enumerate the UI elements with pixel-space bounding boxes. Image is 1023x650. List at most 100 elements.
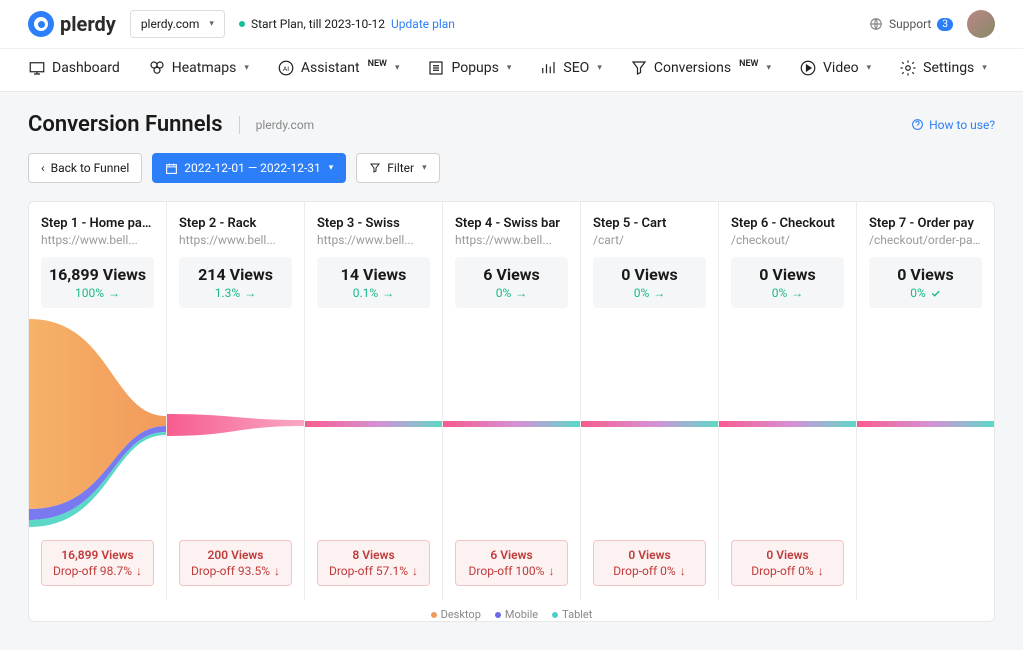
views-box: 16,899 Views 100%→ [41,257,154,308]
dropoff-pct: Drop-off 98.7%↓ [46,564,149,578]
main-nav: Dashboard Heatmaps▾ AIAssistantNEW▾ Popu… [0,49,1023,92]
chevron-down-icon: ▾ [395,63,400,73]
page-body: Conversion Funnels plerdy.com How to use… [0,92,1023,650]
dropoff-box: 16,899 Views Drop-off 98.7%↓ [41,540,154,586]
views-box: 0 Views 0% [869,257,982,308]
views-box: 0 Views 0%→ [731,257,844,308]
step-title: Step 2 - Rack [179,216,292,231]
dropoff-pct: Drop-off 0%↓ [736,564,839,578]
funnel-step: Step 2 - Rack https://www.bell... 214 Vi… [167,202,305,600]
plan-text: Start Plan, till 2023-10-12 [251,17,385,31]
dropoff-views: 6 Views [460,548,563,562]
chevron-down-icon: ▾ [422,163,427,173]
support-label: Support [889,17,931,31]
step-url: https://www.bell... [41,233,154,247]
flow-chart [581,314,718,534]
flow-chart [443,314,580,534]
views-pct: 0.1%→ [321,286,426,300]
step-url: /checkout/order-pay/ [869,233,982,247]
dropoff-pct: Drop-off 57.1%↓ [322,564,425,578]
views-box: 214 Views 1.3%→ [179,257,292,308]
views-count: 14 Views [321,265,426,284]
nav-conversions[interactable]: ConversionsNEW▾ [630,59,771,77]
nav-video[interactable]: Video▾ [799,59,871,77]
views-box: 6 Views 0%→ [455,257,568,308]
svg-text:AI: AI [283,65,289,73]
nav-seo[interactable]: SEO▾ [539,59,601,77]
legend-tablet: Tablet [552,608,592,621]
funnel-row: Step 1 - Home page https://www.bell... 1… [29,202,994,600]
views-pct: 0%→ [597,286,702,300]
calendar-icon [165,162,178,175]
funnel-step: Step 6 - Checkout /checkout/ 0 Views 0%→… [719,202,857,600]
flow-chart [719,314,856,534]
filter-button[interactable]: Filter ▾ [356,153,439,183]
views-pct: 0%→ [735,286,840,300]
views-count: 6 Views [459,265,564,284]
views-pct: 1.3%→ [183,286,288,300]
chevron-down-icon: ▾ [597,63,602,73]
flow-chart [857,314,994,534]
step-url: https://www.bell... [455,233,568,247]
brand-logo[interactable]: plerdy [28,11,116,37]
legend: Desktop Mobile Tablet [29,600,994,621]
step-title: Step 6 - Checkout [731,216,844,231]
how-to-use-link[interactable]: How to use? [911,118,995,132]
step-title: Step 1 - Home page [41,216,154,231]
update-plan-link[interactable]: Update plan [391,17,455,31]
views-count: 0 Views [597,265,702,284]
page-subdomain: plerdy.com [256,118,315,132]
funnel-step: Step 3 - Swiss https://www.bell... 14 Vi… [305,202,443,600]
site-selector[interactable]: plerdy.com ▾ [130,10,225,38]
funnel-step: Step 1 - Home page https://www.bell... 1… [29,202,167,600]
dropoff-views: 8 Views [322,548,425,562]
step-title: Step 4 - Swiss bar [455,216,568,231]
step-url: /cart/ [593,233,706,247]
filter-icon [369,162,381,174]
dropoff-views: 16,899 Views [46,548,149,562]
dropoff-box: 200 Views Drop-off 93.5%↓ [179,540,292,586]
chevron-down-icon: ▾ [766,63,771,73]
dropoff-box: 6 Views Drop-off 100%↓ [455,540,568,586]
site-selector-label: plerdy.com [141,17,200,31]
nav-heatmaps[interactable]: Heatmaps▾ [148,59,249,77]
funnel-step: Step 5 - Cart /cart/ 0 Views 0%→ 0 Views… [581,202,719,600]
support-count-badge: 3 [937,18,953,31]
chevron-down-icon: ▾ [244,63,249,73]
views-pct: 0% [873,286,978,300]
nav-popups[interactable]: Popups▾ [427,59,511,77]
page-title: Conversion Funnels [28,112,223,137]
status-dot-icon [239,21,245,27]
top-bar: plerdy plerdy.com ▾ Start Plan, till 202… [0,0,1023,49]
dropoff-views: 200 Views [184,548,287,562]
funnel-step: Step 7 - Order pay /checkout/order-pay/ … [857,202,994,600]
help-icon [911,118,924,131]
chevron-down-icon: ▾ [209,19,214,29]
user-avatar[interactable] [967,10,995,38]
flow-chart [167,314,304,534]
dropoff-pct: Drop-off 100%↓ [460,564,563,578]
legend-mobile: Mobile [495,608,538,621]
step-url: https://www.bell... [179,233,292,247]
step-title: Step 3 - Swiss [317,216,430,231]
funnel-step: Step 4 - Swiss bar https://www.bell... 6… [443,202,581,600]
views-count: 214 Views [183,265,288,284]
legend-desktop: Desktop [431,608,481,621]
nav-dashboard[interactable]: Dashboard [28,59,120,77]
nav-assistant[interactable]: AIAssistantNEW▾ [277,59,400,77]
views-box: 14 Views 0.1%→ [317,257,430,308]
date-range-button[interactable]: 2022-12-01 — 2022-12-31 ▾ [152,153,346,183]
dropoff-box: 0 Views Drop-off 0%↓ [593,540,706,586]
dropoff-box: 8 Views Drop-off 57.1%↓ [317,540,430,586]
nav-settings[interactable]: Settings▾ [899,59,987,77]
chevron-down-icon: ▾ [507,63,512,73]
step-url: https://www.bell... [317,233,430,247]
globe-icon [869,17,883,31]
page-header: Conversion Funnels plerdy.com How to use… [28,112,995,137]
support-link[interactable]: Support 3 [869,17,953,31]
back-to-funnel-button[interactable]: ‹ Back to Funnel [28,153,142,183]
chevron-down-icon: ▾ [982,63,987,73]
chevron-down-icon: ▾ [867,63,872,73]
views-count: 0 Views [873,265,978,284]
flow-chart [305,314,442,534]
